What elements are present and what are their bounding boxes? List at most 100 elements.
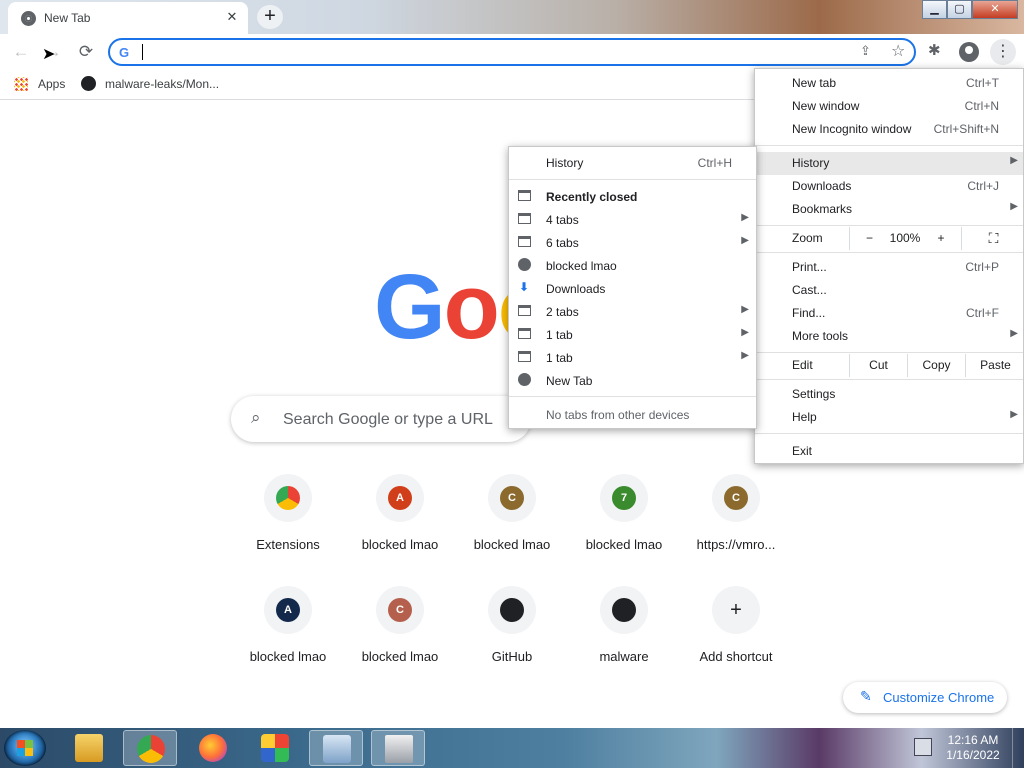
menu-print[interactable]: Print... Ctrl+P (755, 256, 1023, 279)
add-shortcut-tile[interactable]: + Add shortcut (680, 586, 792, 686)
submenu-arrow-icon: ▶ (741, 212, 749, 223)
shortcut-label: blocked lmao (361, 537, 439, 552)
taskbar-explorer[interactable] (62, 730, 116, 766)
show-desktop-button[interactable] (1012, 728, 1024, 768)
shortcut-label: GitHub (491, 649, 533, 664)
download-icon: ⬇ (519, 280, 530, 294)
taskbar-remote-desktop[interactable] (309, 730, 363, 766)
shortcut-letter-icon: A (388, 486, 412, 510)
tab-window-icon (518, 190, 531, 201)
recent-item[interactable]: 1 tab ▶ (509, 323, 756, 346)
menu-more-tools[interactable]: More tools ▶ (755, 325, 1023, 348)
zoom-in-button[interactable]: + (921, 227, 961, 250)
recent-item[interactable]: 4 tabs ▶ (509, 208, 756, 231)
menu-cast[interactable]: Cast... (755, 279, 1023, 302)
menu-new-tab[interactable]: New tab Ctrl+T (755, 72, 1023, 95)
new-tab-button[interactable]: + (257, 5, 283, 29)
reload-button[interactable]: ⟳ (75, 41, 97, 63)
shortcut-tile[interactable]: C blocked lmao (456, 474, 568, 574)
submenu-arrow-icon: ▶ (741, 304, 749, 315)
shortcut-label: blocked lmao (361, 649, 439, 664)
menu-new-window[interactable]: New window Ctrl+N (755, 95, 1023, 118)
mouse-cursor-icon: ➤ (42, 46, 56, 63)
firefox-icon (199, 734, 227, 762)
github-icon (612, 598, 636, 622)
plus-icon: + (730, 599, 742, 621)
recent-item[interactable]: 6 tabs ▶ (509, 231, 756, 254)
shortcut-tile[interactable]: GitHub (456, 586, 568, 686)
chrome-menu-button[interactable]: ⋮ (990, 39, 1016, 65)
shortcut-label: malware (599, 649, 649, 664)
shortcut-tile[interactable]: Extensions (232, 474, 344, 574)
menu-downloads[interactable]: Downloads Ctrl+J (755, 175, 1023, 198)
tab-window-icon (518, 351, 531, 362)
submenu-arrow-icon: ▶ (741, 350, 749, 361)
back-button[interactable]: ← (10, 41, 32, 63)
zoom-out-button[interactable]: − (849, 227, 889, 250)
customize-chrome-button[interactable]: ✎ Customize Chrome (843, 682, 1007, 713)
clock-date: 1/16/2022 (946, 748, 1000, 762)
shortcut-label: blocked lmao (473, 537, 551, 552)
shortcut-tile[interactable]: C blocked lmao (344, 586, 456, 686)
edit-label: Edit (792, 358, 813, 372)
shortcut-letter-icon: C (500, 486, 524, 510)
zoom-label: Zoom (792, 231, 823, 245)
google-g-icon: G (119, 45, 130, 60)
share-icon[interactable]: ⇪ (860, 43, 871, 59)
shortcut-tile[interactable]: A blocked lmao (232, 586, 344, 686)
shortcut-tile[interactable]: malware (568, 586, 680, 686)
tab-window-icon (518, 305, 531, 316)
network-tray-icon[interactable] (914, 738, 932, 756)
taskbar-app[interactable] (248, 730, 302, 766)
github-icon[interactable] (81, 76, 96, 91)
maximize-button[interactable]: ▢ (947, 0, 972, 19)
bookmark-star-icon[interactable]: ☆ (891, 41, 905, 61)
submenu-arrow-icon: ▶ (1010, 328, 1018, 339)
menu-history[interactable]: History ▶ (755, 152, 1023, 175)
shortcut-label: Extensions (256, 537, 320, 552)
menu-help[interactable]: Help ▶ (755, 406, 1023, 429)
bookmark-apps[interactable]: Apps (38, 77, 65, 91)
menu-bookmarks[interactable]: Bookmarks ▶ (755, 198, 1023, 221)
profile-avatar-icon[interactable] (959, 42, 979, 62)
menu-settings[interactable]: Settings (755, 383, 1023, 406)
zoom-value: 100% (889, 231, 921, 245)
shortcut-tile[interactable]: 7 blocked lmao (568, 474, 680, 574)
search-box[interactable]: ⌕ Search Google or type a URL (231, 396, 531, 442)
cut-button[interactable]: Cut (849, 354, 907, 377)
recent-item[interactable]: 1 tab ▶ (509, 346, 756, 369)
recent-item[interactable]: blocked lmao (509, 254, 756, 277)
shortcut-letter-icon: A (276, 598, 300, 622)
apps-grid-icon[interactable] (14, 77, 28, 91)
fullscreen-icon[interactable]: ⛶ (961, 227, 1024, 250)
taskbar-chrome[interactable] (123, 730, 177, 766)
minimize-button[interactable]: ▁ (922, 0, 947, 19)
recently-closed-heading: Recently closed (509, 185, 756, 208)
paste-button[interactable]: Paste (965, 354, 1024, 377)
start-button[interactable] (4, 730, 46, 766)
no-other-devices-text: No tabs from other devices (546, 408, 690, 422)
menu-exit[interactable]: Exit (755, 440, 1023, 463)
address-bar[interactable]: G ⇪ ☆ (108, 38, 916, 66)
recent-item[interactable]: New Tab (509, 369, 756, 392)
submenu-arrow-icon: ▶ (741, 327, 749, 338)
tab-new-tab[interactable]: New Tab ✕ (8, 2, 248, 34)
github-icon (500, 598, 524, 622)
tab-close-icon[interactable]: ✕ (224, 9, 240, 25)
shortcut-tile[interactable]: C https://vmro... (680, 474, 792, 574)
close-window-button[interactable]: ✕ (972, 0, 1018, 19)
menu-new-incognito[interactable]: New Incognito window Ctrl+Shift+N (755, 118, 1023, 141)
recent-item[interactable]: ⬇ Downloads (509, 277, 756, 300)
extensions-puzzle-icon[interactable]: ✱ (928, 41, 941, 59)
copy-button[interactable]: Copy (907, 354, 965, 377)
history-item[interactable]: History Ctrl+H (509, 152, 756, 175)
system-clock[interactable]: 12:16 AM 1/16/2022 (940, 733, 1006, 763)
taskbar-firefox[interactable] (186, 730, 240, 766)
menu-find[interactable]: Find... Ctrl+F (755, 302, 1023, 325)
recent-item[interactable]: 2 tabs ▶ (509, 300, 756, 323)
shortcut-tile[interactable]: A blocked lmao (344, 474, 456, 574)
explorer-icon (75, 734, 103, 762)
taskbar-file[interactable] (371, 730, 425, 766)
bookmark-malware-leaks[interactable]: malware-leaks/Mon... (105, 77, 219, 91)
shortcut-label: blocked lmao (249, 649, 327, 664)
